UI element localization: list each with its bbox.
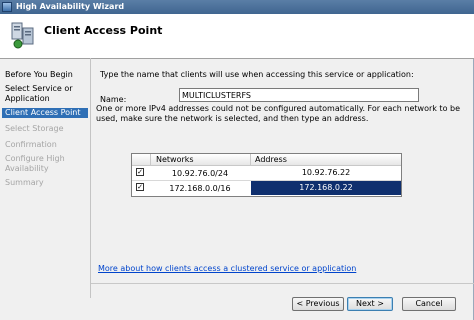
name-input[interactable] [179,88,419,102]
instruction-text: Type the name that clients will use when… [100,70,414,79]
title-bar[interactable]: High Availability Wizard [0,0,474,14]
nav-step-configure-high-availability: Configure High Availability [5,154,65,173]
table-row[interactable]: ✓ 172.168.0.0/16 172.168.0.22 [132,181,401,195]
wizard-steps-nav: Before You Begin Select Service or Appli… [0,64,90,294]
address-cell[interactable]: 10.92.76.22 [251,166,401,180]
wizard-window: High Availability Wizard Client Access P… [0,0,474,320]
page-title: Client Access Point [44,24,163,37]
network-cell: 172.168.0.0/16 [169,184,231,193]
nav-step-select-service[interactable]: Select Service or Application [2,84,88,104]
cluster-servers-icon [11,22,34,49]
footer-divider [91,283,474,284]
nav-step-select-storage: Select Storage [5,124,64,133]
column-header-address[interactable]: Address [255,155,287,164]
content-pane: Type the name that clients will use when… [91,58,474,298]
window-title: High Availability Wizard [16,2,125,11]
cancel-button[interactable]: Cancel [402,297,456,311]
previous-button[interactable]: < Previous [292,297,344,311]
networks-grid[interactable]: Networks Address ✓ 10.92.76.0/24 10.92.7… [131,153,402,197]
nav-step-before-you-begin[interactable]: Before You Begin [2,70,88,80]
network-checkbox[interactable]: ✓ [136,168,144,176]
next-button[interactable]: Next > [347,297,393,311]
wizard-header: Client Access Point [0,14,474,59]
grid-header: Networks Address [132,154,401,166]
column-separator [150,154,151,165]
network-cell: 10.92.76.0/24 [171,169,229,178]
help-link[interactable]: More about how clients access a clustere… [98,264,356,273]
table-row[interactable]: ✓ 10.92.76.0/24 10.92.76.22 [132,166,401,180]
address-cell-selected[interactable]: 172.168.0.22 [251,181,401,195]
column-header-networks[interactable]: Networks [156,155,194,164]
nav-step-client-access-point[interactable]: Client Access Point [2,108,88,118]
nav-step-summary: Summary [5,178,44,187]
nav-step-confirmation: Confirmation [5,140,57,149]
app-icon [2,2,12,12]
network-checkbox[interactable]: ✓ [136,183,144,191]
description-text: One or more IPv4 addresses could not be … [96,104,461,123]
column-separator [250,154,251,165]
name-label: Name: [100,95,127,104]
